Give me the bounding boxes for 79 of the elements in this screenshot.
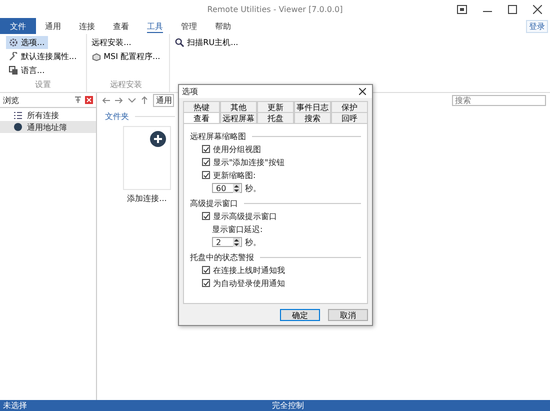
dropdown-icon[interactable] (128, 98, 136, 102)
search-field[interactable]: 搜索 (452, 94, 546, 106)
panel-title: 浏览 (3, 94, 19, 106)
status-text: 未选择 (3, 400, 27, 411)
group-label: 设置 (34, 79, 52, 91)
close-icon[interactable] (533, 5, 542, 14)
dialog-tab[interactable]: 更新 (257, 101, 294, 112)
menu-tab[interactable]: 通用 (36, 18, 70, 34)
dialog-button[interactable]: 确定 (280, 309, 320, 321)
pin-icon[interactable] (74, 96, 82, 104)
ribbon-item[interactable]: 语言... (6, 64, 48, 77)
checkbox-label: 显示"添加连接"按钮 (213, 156, 284, 168)
package-icon (92, 52, 101, 61)
checkbox-label: 更新缩略图: (213, 170, 256, 180)
menu-tab[interactable]: 查看 (104, 18, 138, 34)
dialog-button[interactable]: 取消 (328, 309, 368, 321)
address-field[interactable]: 通用 (153, 94, 174, 106)
status-text: 完全控制 (272, 400, 304, 411)
checkbox[interactable] (202, 171, 210, 179)
tree-item[interactable]: 所有连接 (0, 109, 96, 121)
section-title: 高级提示窗口 (190, 198, 238, 209)
checkbox-label: 使用分组视图 (213, 144, 261, 154)
menu-tab[interactable]: 管理 (172, 18, 206, 34)
menu-tab[interactable]: 工具 (138, 18, 172, 34)
back-icon[interactable] (102, 96, 110, 104)
address-book-icon (14, 123, 22, 131)
checkbox-label: 为自动登录使用通知 (213, 278, 285, 288)
dialog-tab[interactable]: 热键 (183, 101, 220, 112)
menu-tab[interactable]: 连接 (70, 18, 104, 34)
dialog-tab[interactable]: 其他 (220, 101, 257, 112)
maximize-icon[interactable] (508, 5, 517, 14)
checkbox[interactable] (202, 145, 210, 153)
spin-field[interactable]: 2 (212, 237, 242, 247)
language-icon (9, 66, 18, 75)
tree-item[interactable]: 通用地址簿 (0, 121, 96, 133)
dialog-tab[interactable]: 远程屏幕 (220, 112, 257, 123)
section-title: 文件夹 (105, 111, 129, 122)
unit-label: 秒。 (245, 236, 261, 248)
settings-icon (9, 38, 18, 47)
section-title: 远程屏幕缩略图 (190, 131, 246, 142)
unit-label: 秒。 (245, 182, 261, 194)
checkbox[interactable] (202, 212, 210, 220)
ribbon-item[interactable]: MSI 配置程序... (88, 50, 164, 63)
search-icon (175, 38, 184, 47)
checkbox[interactable] (202, 266, 210, 274)
add-connection-tile[interactable] (123, 126, 171, 190)
dialog-tab[interactable]: 查看 (183, 112, 220, 123)
section-title: 托盘中的状态警报 (190, 252, 254, 263)
dialog-tab[interactable]: 保护 (331, 101, 368, 112)
menu-tab[interactable]: 帮助 (206, 18, 240, 34)
menu-tab[interactable]: 文件 (0, 18, 36, 34)
login-button[interactable]: 登录 (526, 20, 548, 33)
spin-arrows-icon[interactable] (233, 238, 240, 246)
ribbon-item[interactable]: 默认连接属性... (6, 50, 80, 63)
wrench-icon (9, 52, 18, 61)
window-title: Remote Utilities - Viewer [7.0.0.0] (207, 4, 343, 14)
dialog-tab[interactable]: 回呼 (331, 112, 368, 123)
ribbon-item[interactable]: 扫描RU主机... (172, 36, 242, 49)
ribbon-item[interactable]: 远程安装... (88, 36, 134, 49)
list-icon (14, 112, 22, 118)
dialog-tab[interactable]: 事件日志 (294, 101, 331, 112)
forward-icon[interactable] (115, 96, 123, 104)
option-label: 显示窗口延迟: (212, 224, 263, 234)
checkbox-label: 在连接上线时通知我 (213, 264, 285, 276)
close-icon[interactable] (359, 88, 366, 95)
dialog-title: 选项 (182, 86, 198, 97)
group-label: 远程安装 (108, 79, 143, 91)
checkbox[interactable] (202, 158, 210, 166)
tile-label: 添加连接... (127, 193, 167, 204)
restore-icon[interactable] (457, 5, 467, 14)
spin-arrows-icon[interactable] (233, 184, 240, 192)
up-icon[interactable] (141, 96, 148, 104)
dialog-tab[interactable]: 搜索 (294, 112, 331, 123)
dialog-tab[interactable]: 托盘 (257, 112, 294, 123)
ribbon-item[interactable]: 选项... (6, 36, 48, 49)
spin-field[interactable]: 60 (212, 183, 242, 193)
checkbox[interactable] (202, 279, 210, 287)
plus-icon (150, 131, 166, 147)
checkbox-label: 显示高级提示窗口 (213, 210, 277, 222)
